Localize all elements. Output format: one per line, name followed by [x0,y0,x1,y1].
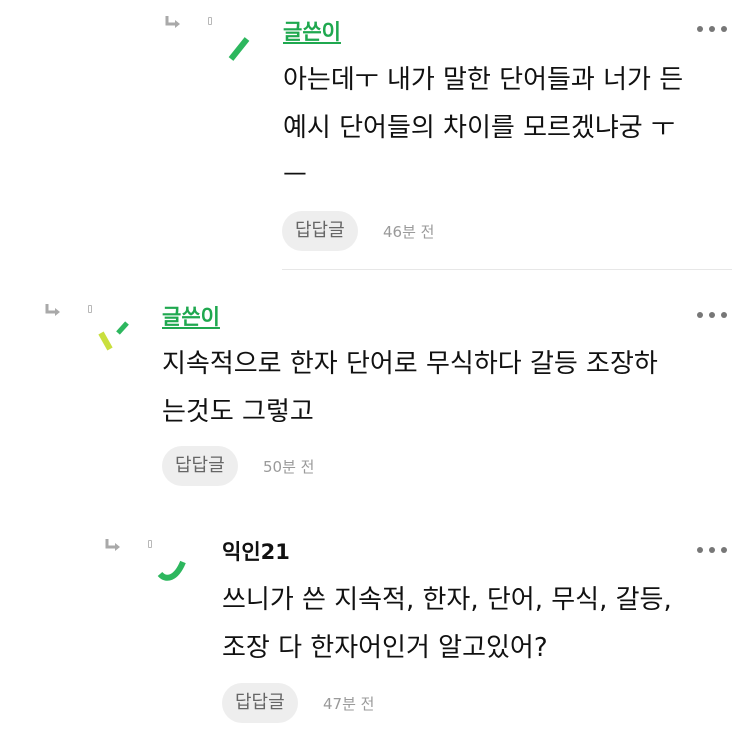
more-options-icon[interactable] [697,545,731,555]
depth-marker-icon [148,540,152,548]
comment-timestamp: 47분 전 [323,695,375,713]
reply-arrow-icon [105,539,120,551]
comment-author[interactable]: 익인21 [222,540,290,564]
comment-body: 쓰니가 쓴 지속적, 한자, 단어, 무식, 갈등, 조장 다 한자어인거 알고… [222,576,672,672]
avatar [157,560,186,581]
comment-item: 익인21 쓰니가 쓴 지속적, 한자, 단어, 무식, 갈등, 조장 다 한자어… [0,0,750,733]
comment-text-line: 조장 다 한자어인거 알고있어? [222,633,548,663]
reply-button[interactable]: 답답글 [222,683,298,723]
comment-text-line: 쓰니가 쓴 지속적, 한자, 단어, 무식, 갈등, [222,585,672,615]
